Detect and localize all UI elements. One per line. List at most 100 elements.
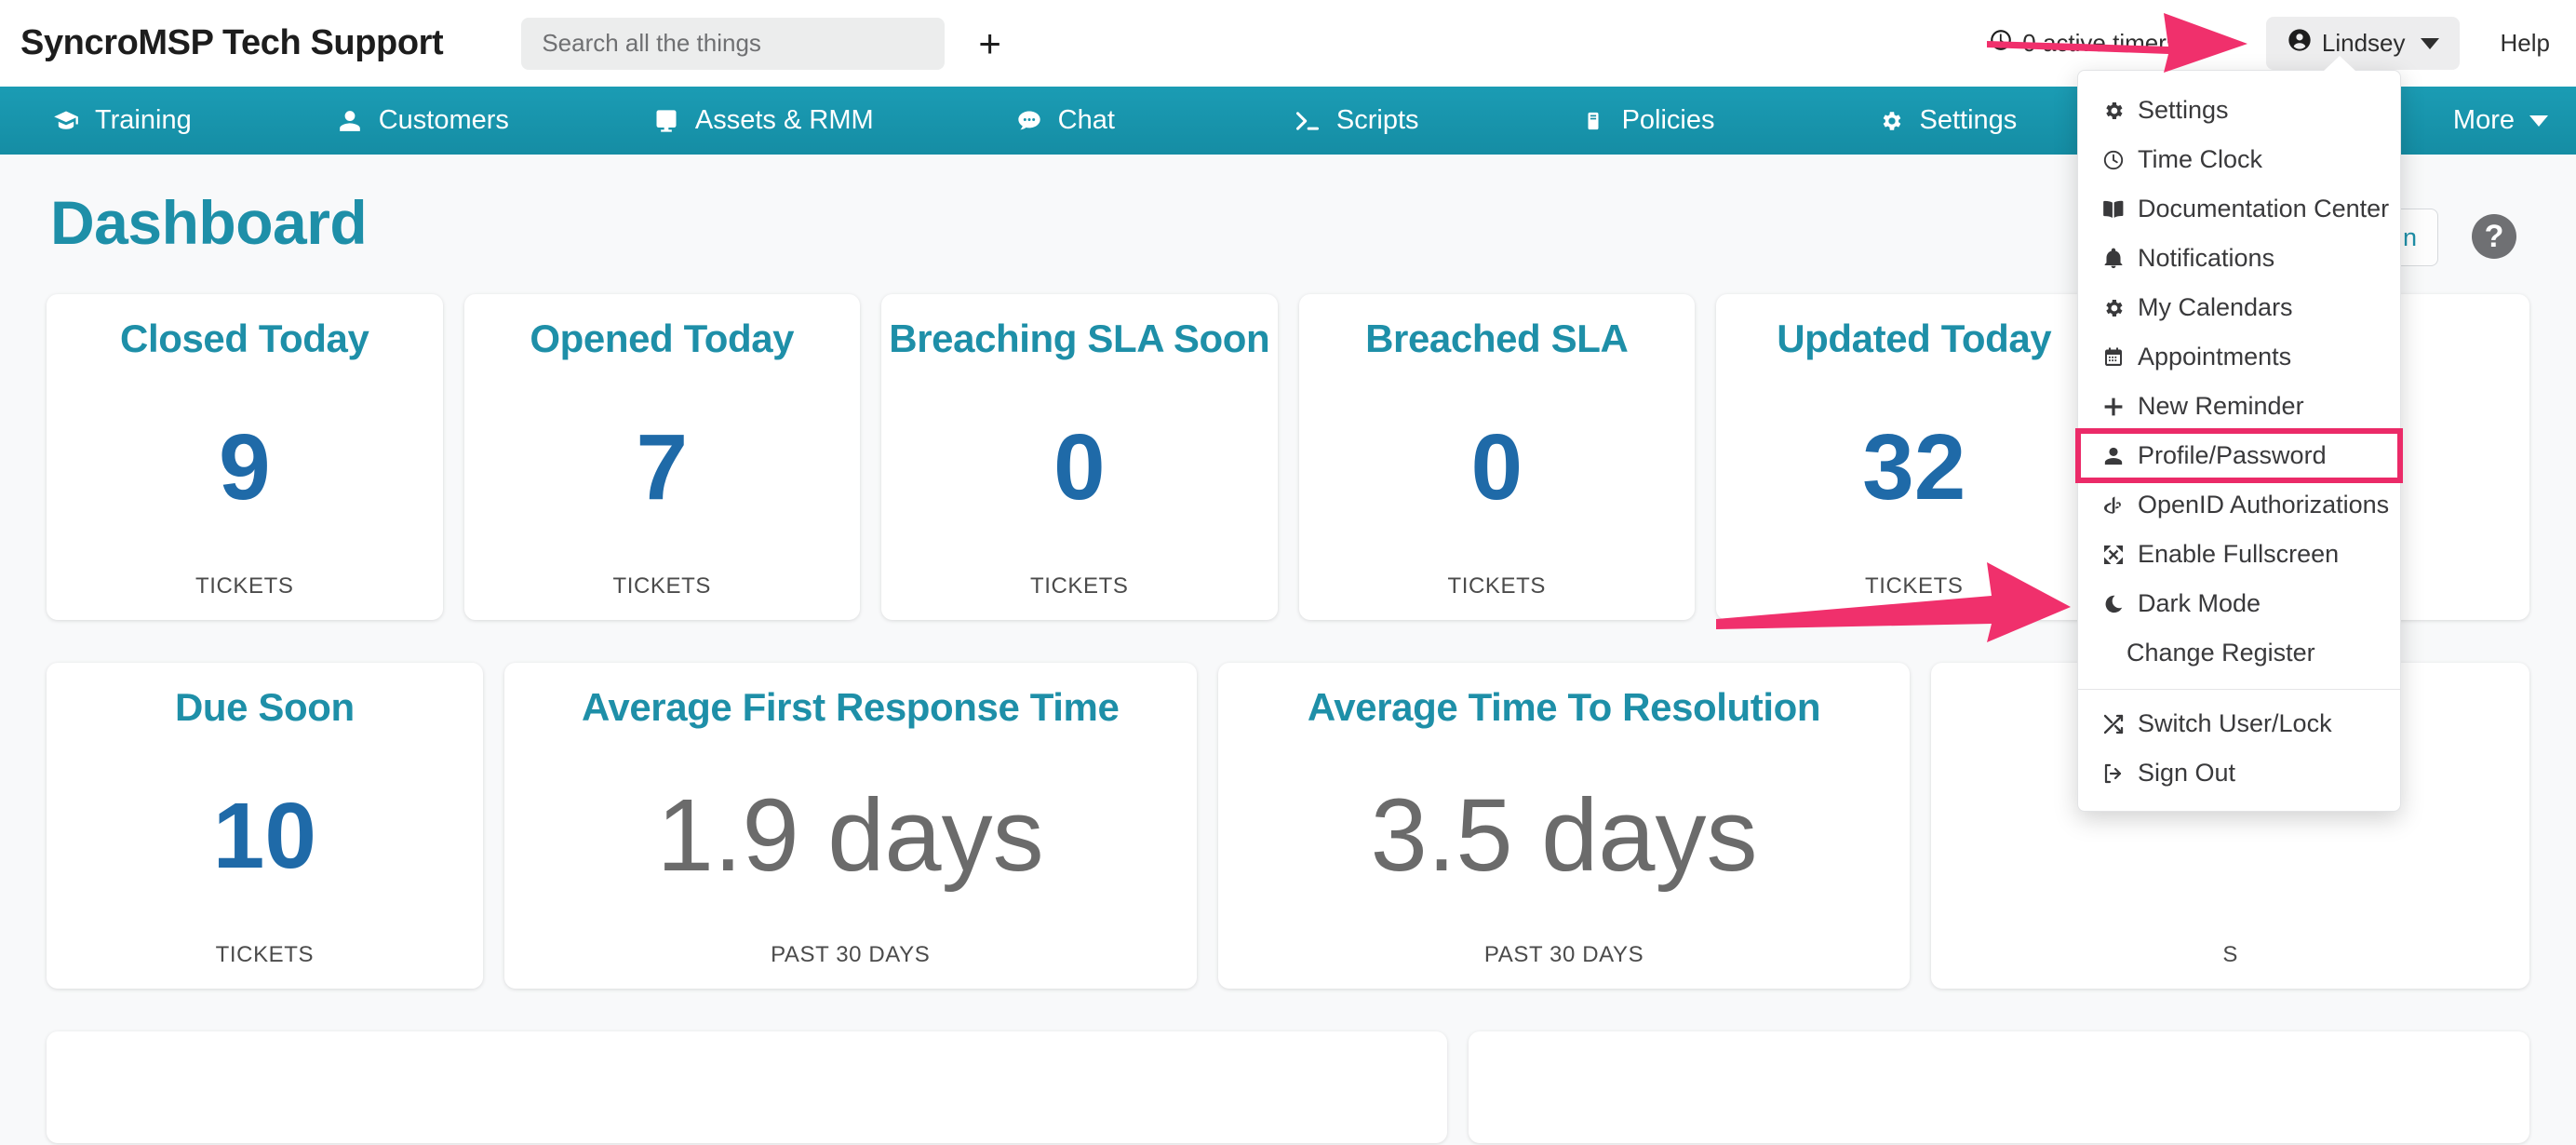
menu-item-label: Settings (2138, 96, 2229, 125)
nav-item-settings[interactable]: Settings (1875, 87, 2018, 155)
user-menu-label: Lindsey (2322, 29, 2406, 58)
menu-item-enable-fullscreen[interactable]: Enable Fullscreen (2078, 530, 2400, 579)
menu-item-notifications[interactable]: Notifications (2078, 234, 2400, 283)
nav-item-chat[interactable]: Chat (1013, 87, 1115, 155)
menu-item-my-calendars[interactable]: My Calendars (2078, 283, 2400, 332)
menu-item-change-register[interactable]: Change Register (2078, 628, 2400, 678)
nav-item-customers[interactable]: Customers (334, 87, 509, 155)
menu-item-dark-mode[interactable]: Dark Mode (2078, 579, 2400, 628)
menu-item-label: OpenID Authorizations (2138, 491, 2389, 519)
moon-icon (2100, 593, 2127, 615)
card-value: 3.5 days (1371, 730, 1758, 942)
menu-item-switch-user-lock[interactable]: Switch User/Lock (2078, 699, 2400, 748)
active-timers-menu[interactable]: 0 active timers (1989, 28, 2212, 59)
calendar-icon (2100, 346, 2127, 369)
plus-icon[interactable]: + (978, 24, 1001, 63)
menu-item-sign-out[interactable]: Sign Out (2078, 748, 2400, 798)
card-value: 9 (219, 361, 271, 573)
user-dropdown-menu: Settings Time Clock Documentation Center… (2077, 70, 2401, 812)
stat-card[interactable]: Updated Today 32 TICKETS (1716, 294, 2113, 620)
panel-partial[interactable] (1469, 1031, 2529, 1143)
help-label: Help (2501, 29, 2550, 58)
card-subtitle: S (2222, 942, 2238, 968)
card-value: 0 (1053, 361, 1106, 573)
menu-item-label: Change Register (2127, 639, 2315, 667)
nav-item-assets-rmm[interactable]: Assets & RMM (651, 87, 874, 155)
card-subtitle: TICKETS (612, 573, 711, 599)
clock-icon (2100, 149, 2127, 171)
chevron-down-icon (2194, 38, 2212, 49)
menu-item-label: Time Clock (2138, 145, 2262, 174)
user-menu-button[interactable]: Lindsey (2266, 17, 2460, 70)
menu-item-appointments[interactable]: Appointments (2078, 332, 2400, 382)
shuffle-icon (2100, 713, 2127, 735)
stat-card[interactable]: Breached SLA 0 TICKETS (1299, 294, 1696, 620)
menu-item-label: Dark Mode (2138, 589, 2261, 618)
help-icon[interactable]: ? (2472, 214, 2516, 259)
menu-item-documentation-center[interactable]: Documentation Center (2078, 184, 2400, 234)
stat-card[interactable]: Opened Today 7 TICKETS (464, 294, 861, 620)
stat-card[interactable]: Average Time To Resolution 3.5 days PAST… (1218, 663, 1911, 989)
menu-item-label: Enable Fullscreen (2138, 540, 2339, 569)
menu-item-label: Appointments (2138, 343, 2291, 371)
nav-item-policies[interactable]: Policies (1577, 87, 1715, 155)
search-input[interactable] (521, 18, 945, 70)
caret-down-icon (2529, 115, 2548, 127)
card-subtitle: TICKETS (216, 942, 315, 968)
menu-separator (2078, 689, 2400, 690)
nav-item-more[interactable]: More (2453, 87, 2548, 155)
card-value: 0 (1470, 361, 1523, 573)
card-subtitle: TICKETS (1447, 573, 1546, 599)
card-value: 32 (1862, 361, 1966, 573)
terminal-icon (1292, 107, 1323, 135)
card-title: Breaching SLA Soon (889, 317, 1269, 361)
stat-card[interactable]: Due Soon 10 TICKETS (47, 663, 483, 989)
nav-item-scripts[interactable]: Scripts (1292, 87, 1419, 155)
help-link[interactable]: Help (2501, 29, 2550, 58)
user-icon (334, 107, 366, 135)
card-title: Average Time To Resolution (1308, 685, 1820, 730)
menu-item-label: Profile/Password (2138, 441, 2327, 470)
card-subtitle: TICKETS (1865, 573, 1964, 599)
card-value: 10 (213, 730, 316, 942)
nav-label: Policies (1622, 105, 1715, 136)
card-value: 1.9 days (657, 730, 1044, 942)
global-search[interactable] (521, 18, 945, 70)
app-title: SyncroMSP Tech Support (20, 23, 443, 63)
card-title: Opened Today (530, 317, 794, 361)
card-title: Due Soon (175, 685, 355, 730)
menu-item-label: Switch User/Lock (2138, 709, 2332, 738)
card-subtitle: TICKETS (195, 573, 294, 599)
stat-card[interactable]: Average First Response Time 1.9 days PAS… (504, 663, 1197, 989)
page-title: Dashboard (50, 187, 367, 258)
stat-card[interactable]: Closed Today 9 TICKETS (47, 294, 443, 620)
nav-label: Chat (1058, 105, 1115, 136)
gear-icon (2100, 297, 2127, 319)
panel-partial[interactable] (47, 1031, 1447, 1143)
clock-icon (1989, 28, 2013, 59)
menu-item-label: Sign Out (2138, 759, 2235, 788)
nav-label: Training (95, 105, 192, 136)
nav-label: Settings (1920, 105, 2018, 136)
menu-item-label: My Calendars (2138, 293, 2293, 322)
nav-item-training[interactable]: Training (50, 87, 192, 155)
menu-item-label: Notifications (2138, 244, 2274, 273)
comment-icon (1013, 107, 1045, 135)
card-subtitle: TICKETS (1030, 573, 1129, 599)
sign-out-icon (2100, 762, 2127, 785)
menu-item-profile-password[interactable]: Profile/Password (2078, 431, 2400, 480)
menu-item-settings[interactable]: Settings (2078, 86, 2400, 135)
card-title: Closed Today (120, 317, 369, 361)
gear-icon (2100, 100, 2127, 122)
menu-item-new-reminder[interactable]: New Reminder (2078, 382, 2400, 431)
nav-label: Customers (379, 105, 509, 136)
menu-item-label: Documentation Center (2138, 195, 2389, 223)
stat-card[interactable]: Breaching SLA Soon 0 TICKETS (881, 294, 1278, 620)
card-title: Updated Today (1777, 317, 2051, 361)
nav-label: Scripts (1336, 105, 1419, 136)
card-subtitle: PAST 30 DAYS (1484, 942, 1644, 968)
menu-item-openid-authorizations[interactable]: OpenID Authorizations (2078, 480, 2400, 530)
menu-item-time-clock[interactable]: Time Clock (2078, 135, 2400, 184)
plus-icon (2100, 396, 2127, 418)
card-value: 7 (636, 361, 688, 573)
